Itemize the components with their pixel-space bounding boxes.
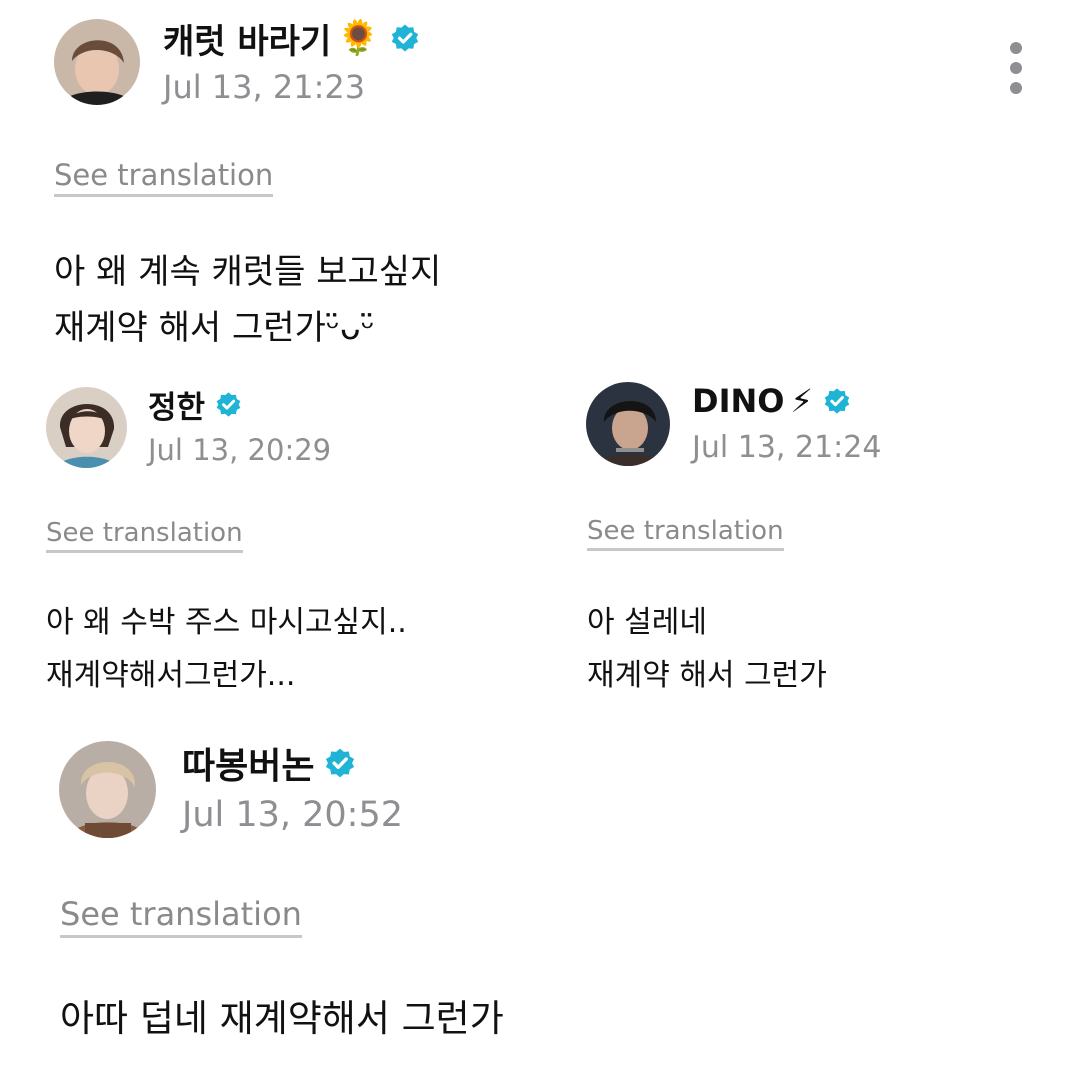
- author-name[interactable]: 정한: [148, 382, 205, 427]
- see-translation-link[interactable]: See translation: [46, 518, 243, 553]
- author-name[interactable]: DINO: [692, 382, 784, 420]
- avatar[interactable]: [54, 19, 140, 105]
- post-text: 아 왜 수박 주스 마시고싶지.. 재계약해서그런가...: [46, 605, 407, 693]
- author-name-row: DINO ⚡: [692, 378, 851, 424]
- verified-badge-icon: [390, 23, 420, 53]
- sunflower-icon: 🌻: [337, 18, 380, 58]
- post-timestamp: Jul 13, 21:24: [692, 430, 882, 465]
- more-options-icon[interactable]: [1004, 42, 1028, 96]
- post-text: 아 왜 계속 캐럿들 보고싶지 재계약 해서 그런가ᵕ̈ᴗᵕ̈: [54, 252, 442, 348]
- post-text: 아따 덥네 재계약해서 그런가: [60, 997, 504, 1040]
- author-name-row: 정한: [148, 382, 242, 426]
- post-timestamp: Jul 13, 20:29: [148, 433, 332, 467]
- post-timestamp: Jul 13, 20:52: [182, 795, 404, 835]
- author-name[interactable]: 캐럿 바라기: [163, 14, 331, 63]
- verified-badge-icon: [823, 387, 851, 415]
- verified-badge-icon: [324, 747, 356, 779]
- see-translation-link[interactable]: See translation: [60, 895, 302, 938]
- author-name-row: 캐럿 바라기 🌻: [163, 14, 420, 62]
- author-name-row: 따봉버논: [182, 738, 356, 788]
- avatar[interactable]: [59, 741, 156, 838]
- avatar[interactable]: [586, 382, 670, 466]
- author-name[interactable]: 따봉버논: [182, 737, 314, 789]
- see-translation-link[interactable]: See translation: [587, 516, 784, 551]
- verified-badge-icon: [215, 391, 242, 418]
- lightning-icon: ⚡: [790, 382, 813, 420]
- post-text: 아 설레네 재계약 해서 그런가: [587, 605, 827, 693]
- see-translation-link[interactable]: See translation: [54, 158, 274, 197]
- post-timestamp: Jul 13, 21:23: [163, 68, 366, 106]
- avatar[interactable]: [46, 387, 127, 468]
